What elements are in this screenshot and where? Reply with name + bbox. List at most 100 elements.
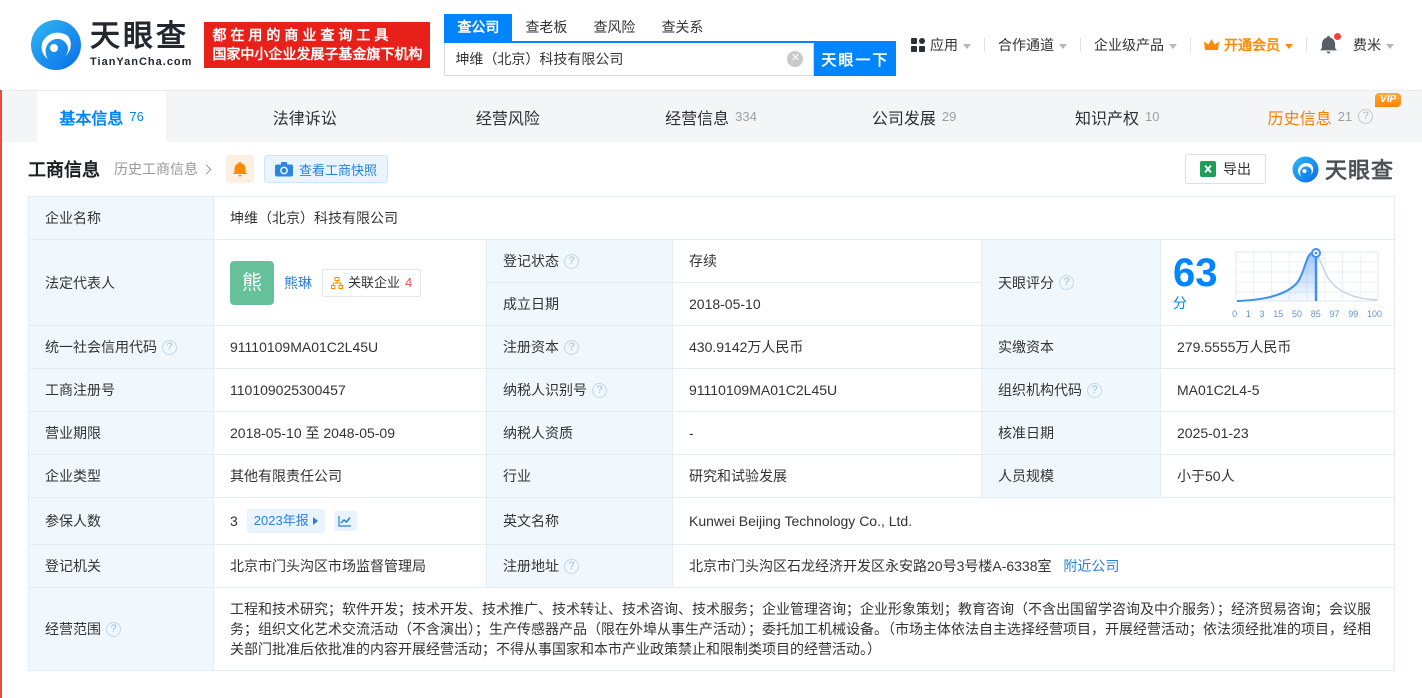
- field-value-business-scope: 工程和技术研究；软件开发；技术开发、技术推广、技术转让、技术咨询、技术服务；企业…: [214, 588, 1395, 671]
- field-label-reg-authority: 登记机关: [29, 545, 214, 588]
- field-value-paid-capital: 279.5555万人民币: [1161, 326, 1395, 369]
- score-axis-labels: 01 315 5085 9799 100: [1232, 310, 1382, 319]
- field-value-reg-authority: 北京市门头沟区市场监督管理局: [214, 545, 487, 588]
- field-label-company-type: 企业类型: [29, 455, 214, 498]
- field-label-score: 天眼评分: [982, 240, 1161, 326]
- score-distribution-chart: 01 315 5085 9799 100: [1232, 247, 1382, 319]
- tab-history-info[interactable]: 历史信息 21 VIP: [1219, 91, 1422, 142]
- field-label-credit-code: 统一社会信用代码: [29, 326, 214, 369]
- help-icon[interactable]: [564, 254, 579, 269]
- caret-right-icon: [313, 517, 318, 525]
- help-icon[interactable]: [162, 340, 177, 355]
- site-header: 天眼查 TianYanCha.com 都在用的商业查询工具 国家中小企业发展子基…: [0, 0, 1422, 90]
- field-label-taxpayer-id: 纳税人识别号: [487, 369, 673, 412]
- field-value-org-code: MA01C2L4-5: [1161, 369, 1395, 412]
- section-header: 工商信息 历史工商信息 查看工商快照 导出: [0, 142, 1422, 196]
- business-snapshot-button[interactable]: 查看工商快照: [264, 155, 388, 183]
- help-icon[interactable]: [1059, 275, 1074, 290]
- field-label-paid-capital: 实缴资本: [982, 326, 1161, 369]
- search-tabs: 查公司 查老板 查风险 查关系: [444, 14, 896, 43]
- nav-item-vip[interactable]: 开通会员: [1204, 35, 1293, 55]
- table-row: 工商注册号 110109025300457 纳税人识别号 91110109MA0…: [29, 369, 1395, 412]
- search-button[interactable]: 天眼一下: [814, 43, 896, 76]
- tab-count: 76: [129, 109, 143, 124]
- tab-intellectual-property[interactable]: 知识产权 10: [1016, 91, 1219, 142]
- nav-item-partner[interactable]: 合作通道: [998, 35, 1067, 55]
- divider: [984, 38, 985, 52]
- score-unit: 分: [1173, 295, 1187, 311]
- help-icon[interactable]: [1358, 109, 1373, 124]
- field-value-company-type: 其他有限责任公司: [214, 455, 487, 498]
- legal-rep-name-link[interactable]: 熊琳: [284, 273, 312, 293]
- field-label-staff-size: 人员规模: [982, 455, 1161, 498]
- help-icon[interactable]: [564, 340, 579, 355]
- nav-item-enterprise[interactable]: 企业级产品: [1094, 35, 1177, 55]
- tab-count: 21: [1338, 109, 1352, 124]
- tab-company-development[interactable]: 公司发展 29: [813, 91, 1016, 142]
- chevron-right-icon: [202, 164, 212, 174]
- field-value-reg-status: 存续: [673, 240, 982, 283]
- divider: [1190, 38, 1191, 52]
- field-value-company-name: 坤维（北京）科技有限公司: [214, 197, 1395, 240]
- nearby-companies-link[interactable]: 附近公司: [1063, 558, 1119, 574]
- history-business-info-link[interactable]: 历史工商信息: [114, 159, 210, 179]
- search-tab-relation[interactable]: 查关系: [648, 14, 716, 41]
- export-button-label: 导出: [1223, 159, 1251, 179]
- tab-label: 公司发展: [872, 105, 936, 129]
- nav-item-user[interactable]: 费米: [1353, 35, 1394, 55]
- tianyancha-logo[interactable]: 天眼查 TianYanCha.com: [30, 19, 192, 71]
- field-label-industry: 行业: [487, 455, 673, 498]
- help-icon[interactable]: [564, 559, 579, 574]
- search-tab-company[interactable]: 查公司: [444, 14, 512, 41]
- field-value-english-name: Kunwei Beijing Technology Co., Ltd.: [673, 498, 1395, 545]
- table-row: 参保人数 3 2023年报 英文名称 Kunwei Beijing Techno…: [29, 498, 1395, 545]
- field-value-approval-date: 2025-01-23: [1161, 412, 1395, 455]
- search-tab-boss[interactable]: 查老板: [512, 14, 580, 41]
- org-chart-icon: [331, 277, 343, 289]
- tab-label: 基本信息: [59, 105, 123, 129]
- slogan-line1: 都在用的商业查询工具: [212, 26, 422, 45]
- related-companies-badge[interactable]: 关联企业 4: [322, 269, 421, 297]
- help-icon[interactable]: [106, 622, 121, 637]
- search-tab-risk[interactable]: 查风险: [580, 14, 648, 41]
- score-curve: [1232, 247, 1382, 305]
- subscribe-bell-button[interactable]: [226, 155, 254, 183]
- field-label-company-name: 企业名称: [29, 197, 214, 240]
- divider: [1306, 38, 1307, 52]
- field-value-staff-size: 小于50人: [1161, 455, 1395, 498]
- nav-item-apps[interactable]: 应用: [911, 35, 971, 55]
- field-value-taxpayer-quality: -: [673, 412, 982, 455]
- field-value-reg-capital: 430.9142万人民币: [673, 326, 982, 369]
- divider: [1080, 38, 1081, 52]
- tab-basic-info[interactable]: 基本信息 76: [0, 91, 203, 142]
- search-input[interactable]: [455, 51, 787, 67]
- legal-rep-avatar[interactable]: 熊: [230, 261, 274, 305]
- field-value-reg-address: 北京市门头沟区石龙经济开发区永安路20号3号楼A-6338室 附近公司: [673, 545, 1395, 588]
- table-row: 经营范围 工程和技术研究；软件开发；技术开发、技术推广、技术转让、技术咨询、技术…: [29, 588, 1395, 671]
- tab-label: 经营风险: [476, 105, 540, 129]
- tab-legal[interactable]: 法律诉讼: [203, 91, 406, 142]
- tab-operation-risk[interactable]: 经营风险: [406, 91, 609, 142]
- notification-bell[interactable]: [1320, 36, 1337, 54]
- field-value-reg-number: 110109025300457: [214, 369, 487, 412]
- clear-icon[interactable]: ✕: [787, 51, 803, 67]
- company-tabbar: 基本信息 76 法律诉讼 经营风险 经营信息 334 公司发展 29 知识产权 …: [0, 90, 1422, 142]
- section-title: 工商信息: [28, 156, 100, 182]
- tab-count: 334: [735, 109, 757, 124]
- table-row: 法定代表人 熊 熊琳 关联企业 4 登记状态 存: [29, 240, 1395, 283]
- excel-icon: [1200, 161, 1216, 177]
- chevron-down-icon: [1059, 44, 1067, 49]
- export-button[interactable]: 导出: [1185, 154, 1266, 184]
- insured-trend-button[interactable]: [334, 511, 357, 531]
- help-icon[interactable]: [1087, 383, 1102, 398]
- annual-report-badge[interactable]: 2023年报: [247, 509, 325, 533]
- related-count: 4: [405, 273, 412, 293]
- slogan-line2: 国家中小企业发展子基金旗下机构: [212, 45, 422, 64]
- tab-business-info[interactable]: 经营信息 334: [609, 91, 812, 142]
- related-label: 关联企业: [348, 273, 400, 293]
- field-label-legal-rep: 法定代表人: [29, 240, 214, 326]
- field-value-credit-code: 91110109MA01C2L45U: [214, 326, 487, 369]
- field-label-business-scope: 经营范围: [29, 588, 214, 671]
- help-icon[interactable]: [592, 383, 607, 398]
- history-link-label: 历史工商信息: [114, 159, 198, 179]
